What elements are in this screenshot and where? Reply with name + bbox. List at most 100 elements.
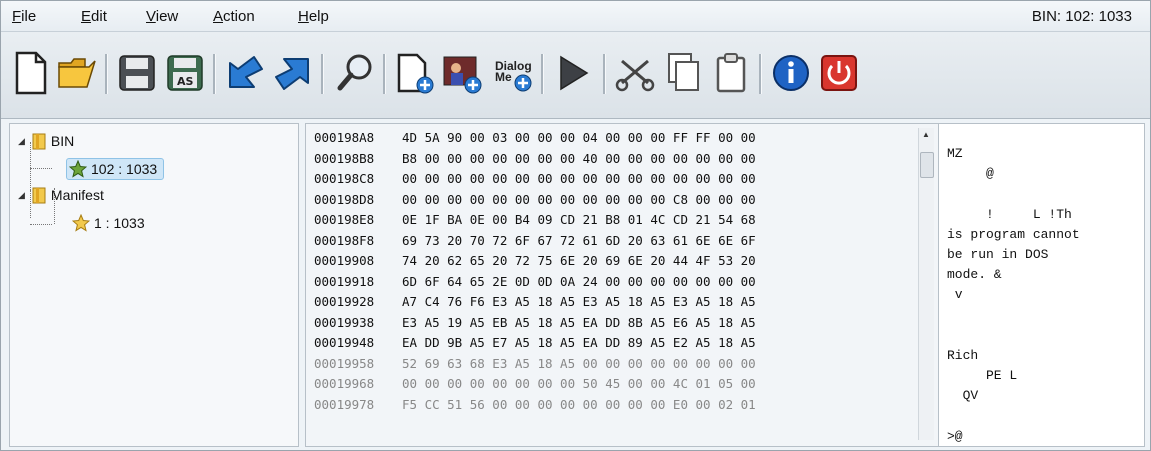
hex-bytes[interactable]: 00 00 00 00 00 00 00 00 50 45 00 00 4C 0… xyxy=(402,376,756,391)
save-as-icon: AS xyxy=(167,55,203,91)
hex-row[interactable]: 000198F8 69 73 20 70 72 6F 67 72 61 6D 20… xyxy=(314,233,756,250)
hex-bytes[interactable]: 6D 6F 64 65 2E 0D 0D 0A 24 00 00 00 00 0… xyxy=(402,274,756,289)
tree-node-bin[interactable]: ◢ BIN xyxy=(18,132,74,150)
tree-node-manifest-1-1033[interactable]: 1 : 1033 xyxy=(72,214,145,232)
hex-row[interactable]: 000198A8 4D 5A 90 00 03 00 00 00 04 00 00… xyxy=(314,130,756,147)
hex-row[interactable]: 00019948 EA DD 9B A5 E7 A5 18 A5 EA DD 89… xyxy=(314,335,756,352)
hex-address: 000198D8 xyxy=(314,191,375,207)
hex-row[interactable]: 000198E8 0E 1F BA 0E 00 B4 09 CD 21 B8 01… xyxy=(314,212,756,229)
tree-label-manifest-child: 1 : 1033 xyxy=(94,215,145,231)
menu-edit[interactable]: Edit xyxy=(81,8,107,25)
hex-address: 000198E8 xyxy=(314,212,375,227)
hex-bytes[interactable]: 00 00 00 00 00 00 00 00 00 00 00 00 00 0… xyxy=(402,171,756,186)
paste-icon xyxy=(716,53,746,93)
run-button[interactable] xyxy=(549,46,597,100)
hex-address: 00019938 xyxy=(314,314,375,330)
hex-scrollbar[interactable]: ▲ xyxy=(918,128,934,440)
hex-row[interactable]: 00019908 74 20 62 65 20 72 75 6E 20 69 6E… xyxy=(314,253,756,270)
power-icon xyxy=(821,55,857,91)
dialog-menu-icon: Dialog Me xyxy=(489,51,533,95)
menu-action[interactable]: Action xyxy=(213,8,255,25)
folder-icon xyxy=(32,133,46,150)
collapse-arrow-icon[interactable]: ◢ xyxy=(18,136,25,147)
forward-button[interactable] xyxy=(269,46,317,100)
about-button[interactable] xyxy=(767,46,815,100)
star-icon xyxy=(69,160,87,178)
tree-node-manifest[interactable]: ◢ Manifest xyxy=(18,186,104,204)
ascii-line: MZ xyxy=(947,146,963,161)
add-image-button[interactable] xyxy=(439,46,487,100)
menu-file[interactable]: File xyxy=(12,8,36,25)
hex-bytes[interactable]: E3 A5 19 A5 EB A5 18 A5 EA DD 8B A5 E6 A… xyxy=(402,315,756,330)
ascii-line: Rich xyxy=(947,348,979,363)
paste-button[interactable] xyxy=(707,46,755,100)
tree-label-bin: BIN xyxy=(50,133,75,149)
open-button[interactable] xyxy=(53,46,101,100)
new-file-icon xyxy=(15,51,47,95)
exit-button[interactable] xyxy=(815,46,863,100)
status-text: BIN: 102: 1033 xyxy=(1031,8,1132,25)
hex-row[interactable]: 00019958 52 69 63 68 E3 A5 18 A5 00 00 00… xyxy=(314,356,756,373)
hex-bytes[interactable]: 69 73 20 70 72 6F 67 72 61 6D 20 63 61 6… xyxy=(402,233,756,248)
hex-address: 00019928 xyxy=(314,294,375,309)
add-resource-icon xyxy=(397,53,434,94)
hex-address: 000198B8 xyxy=(314,150,375,166)
collapse-arrow-icon[interactable]: ◢ xyxy=(18,190,25,201)
hex-address: 00019958 xyxy=(314,355,375,371)
ascii-line: PE L xyxy=(947,368,1018,384)
hex-bytes[interactable]: EA DD 9B A5 E7 A5 18 A5 EA DD 89 A5 E2 A… xyxy=(402,335,756,350)
ascii-view[interactable]: MZ @ ! L !Th is program cannot be run in D… xyxy=(938,123,1145,447)
hex-view[interactable]: 000198A8 4D 5A 90 00 03 00 00 00 04 00 00… xyxy=(305,123,940,447)
hex-address: 000198A8 xyxy=(314,130,375,145)
hex-address: 00019918 xyxy=(314,273,375,289)
toolbar: AS Dialog Me xyxy=(1,32,1150,119)
hex-bytes[interactable]: 00 00 00 00 00 00 00 00 00 00 00 00 C8 0… xyxy=(402,192,756,207)
ascii-line: mode. & xyxy=(947,267,1002,283)
ascii-line: ! L !Th xyxy=(947,206,1072,222)
new-file-button[interactable] xyxy=(7,46,55,100)
svg-text:AS: AS xyxy=(177,75,194,88)
menu-help[interactable]: Help xyxy=(298,8,329,25)
ascii-line: v xyxy=(947,287,963,303)
hex-address: 000198C8 xyxy=(314,171,375,186)
hex-row[interactable]: 00019968 00 00 00 00 00 00 00 00 50 45 00… xyxy=(314,376,756,393)
save-as-button[interactable]: AS xyxy=(161,46,209,100)
hex-row[interactable]: 000198D8 00 00 00 00 00 00 00 00 00 00 00… xyxy=(314,192,756,209)
ascii-line: >@ xyxy=(947,428,963,444)
tree-node-bin-102-1033[interactable]: 102 : 1033 xyxy=(66,158,165,180)
hex-row[interactable]: 000198C8 00 00 00 00 00 00 00 00 00 00 00… xyxy=(314,171,756,188)
scrollbar-thumb[interactable] xyxy=(920,152,934,178)
hex-row[interactable]: 000198B8 B8 00 00 00 00 00 00 00 40 00 00… xyxy=(314,151,756,168)
dialog-menu-button[interactable]: Dialog Me xyxy=(487,46,535,100)
hex-bytes[interactable]: 52 69 63 68 E3 A5 18 A5 00 00 00 00 00 0… xyxy=(402,356,756,371)
hex-bytes[interactable]: A7 C4 76 F6 E3 A5 18 A5 E3 A5 18 A5 E3 A… xyxy=(402,294,756,309)
resource-tree[interactable]: ◢ BIN 102 : 1033 ◢ Manifest 1: 1033 xyxy=(9,123,299,447)
save-button[interactable] xyxy=(113,46,161,100)
scroll-up-icon[interactable]: ▲ xyxy=(922,130,930,139)
hex-address: 00019948 xyxy=(314,335,375,350)
ascii-line: is program cannot xyxy=(947,226,1080,242)
copy-button[interactable] xyxy=(659,46,707,100)
hex-address: 00019978 xyxy=(314,396,375,412)
tree-label-bin-child: 102 : 1033 xyxy=(91,161,158,177)
ascii-line: @ xyxy=(947,166,994,182)
find-button[interactable] xyxy=(331,46,379,100)
hex-address: 00019968 xyxy=(314,376,375,391)
add-resource-button[interactable] xyxy=(391,46,439,100)
menu-view[interactable]: View xyxy=(146,8,178,25)
ascii-line: be run in DOS xyxy=(947,247,1049,262)
hex-bytes[interactable]: 0E 1F BA 0E 00 B4 09 CD 21 B8 01 4C CD 2… xyxy=(402,212,756,227)
hex-bytes[interactable]: B8 00 00 00 00 00 00 00 40 00 00 00 00 0… xyxy=(402,151,756,166)
hex-row[interactable]: 00019978 F5 CC 51 56 00 00 00 00 00 00 00… xyxy=(314,397,756,414)
copy-icon xyxy=(668,53,699,91)
hex-bytes[interactable]: 74 20 62 65 20 72 75 6E 20 69 6E 20 44 4… xyxy=(402,253,756,268)
arrow-forward-icon xyxy=(275,58,309,90)
hex-bytes[interactable]: 4D 5A 90 00 03 00 00 00 04 00 00 00 FF F… xyxy=(402,130,756,145)
hex-row[interactable]: 00019928 A7 C4 76 F6 E3 A5 18 A5 E3 A5 18… xyxy=(314,294,756,311)
add-image-icon xyxy=(443,56,482,94)
hex-row[interactable]: 00019938 E3 A5 19 A5 EB A5 18 A5 EA DD 8B… xyxy=(314,315,756,332)
back-button[interactable] xyxy=(221,46,269,100)
cut-button[interactable] xyxy=(611,46,659,100)
hex-row[interactable]: 00019918 6D 6F 64 65 2E 0D 0D 0A 24 00 00… xyxy=(314,274,756,291)
hex-bytes[interactable]: F5 CC 51 56 00 00 00 00 00 00 00 00 E0 0… xyxy=(402,397,756,412)
